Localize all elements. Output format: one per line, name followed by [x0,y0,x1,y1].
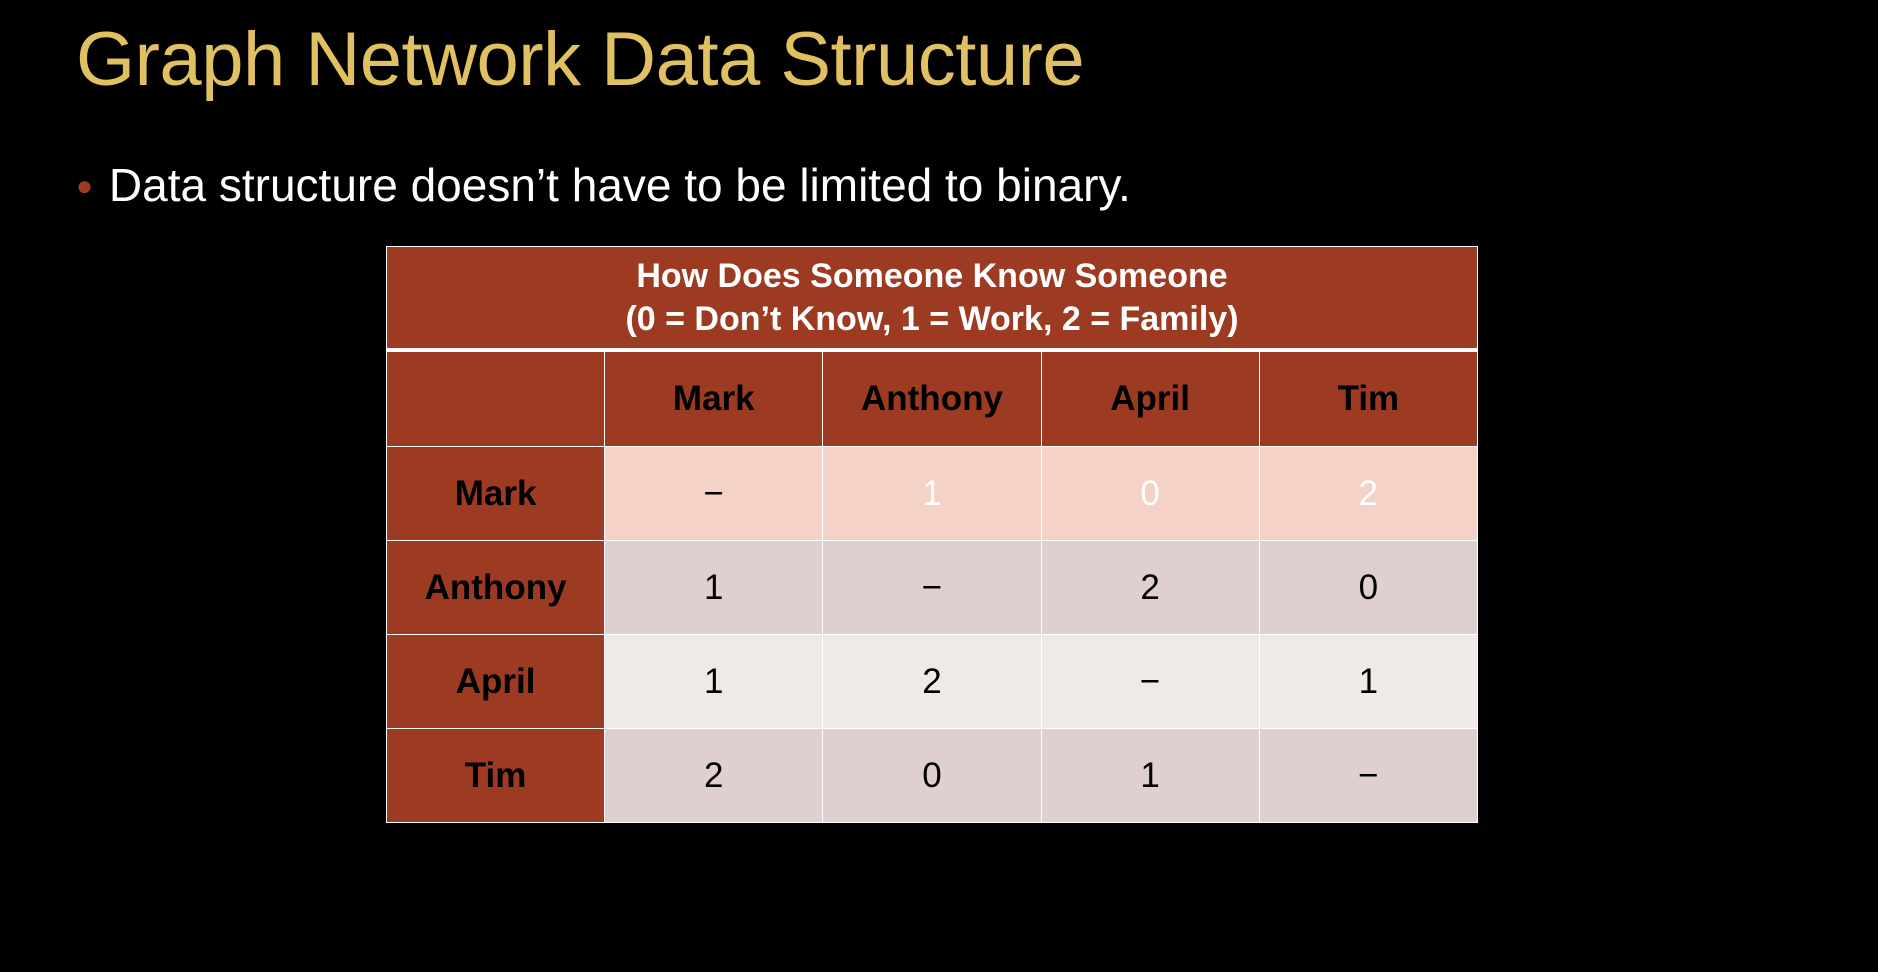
table-cell: − [604,446,824,541]
bullet-text: Data structure doesn’t have to be limite… [108,159,1131,211]
row-header: Anthony [385,540,606,635]
relationship-table: How Does Someone Know Someone (0 = Don’t… [385,246,1479,823]
row-header: April [385,634,606,729]
table-cell: 2 [822,634,1042,729]
table-caption: How Does Someone Know Someone (0 = Don’t… [386,246,1478,352]
row-header: Tim [385,728,606,823]
slide-title: Graph Network Data Structure [76,17,1085,102]
table-cell: − [822,540,1042,635]
table-cell: 2 [1258,446,1479,541]
table-row: Mark − 1 0 2 [385,446,1479,541]
table-caption-row: How Does Someone Know Someone (0 = Don’t… [386,246,1478,352]
column-header: Anthony [822,349,1042,447]
caption-line-2: (0 = Don’t Know, 1 = Work, 2 = Family) [625,299,1239,338]
caption-line-1: How Does Someone Know Someone [636,257,1228,295]
table-cell: − [1258,728,1479,823]
adjacency-matrix: How Does Someone Know Someone (0 = Don’t… [385,246,1479,823]
table-cell: 0 [822,728,1042,823]
table-row: Anthony 1 − 2 0 [385,540,1479,635]
table-cell: 1 [604,634,824,729]
column-header: April [1040,349,1260,447]
table-cell: 1 [1258,634,1479,729]
table-cell: 1 [604,540,824,635]
table-row: April 1 2 − 1 [385,634,1479,729]
bullet-point: ● Data structure doesn’t have to be limi… [76,158,1131,213]
corner-cell [385,349,606,447]
column-header: Tim [1258,349,1479,447]
column-header: Mark [604,349,824,447]
table-cell: − [1040,634,1260,729]
table-cell: 2 [1040,540,1260,635]
table-cell: 2 [604,728,824,823]
table-cell: 0 [1258,540,1479,635]
table-cell: 1 [1040,728,1260,823]
table-row: Tim 2 0 1 − [385,728,1479,823]
bullet-dot-icon: ● [76,169,93,201]
table-cell: 0 [1040,446,1260,541]
column-header-row: Mark Anthony April Tim [385,349,1479,447]
row-header: Mark [385,446,606,541]
table-cell: 1 [822,446,1042,541]
